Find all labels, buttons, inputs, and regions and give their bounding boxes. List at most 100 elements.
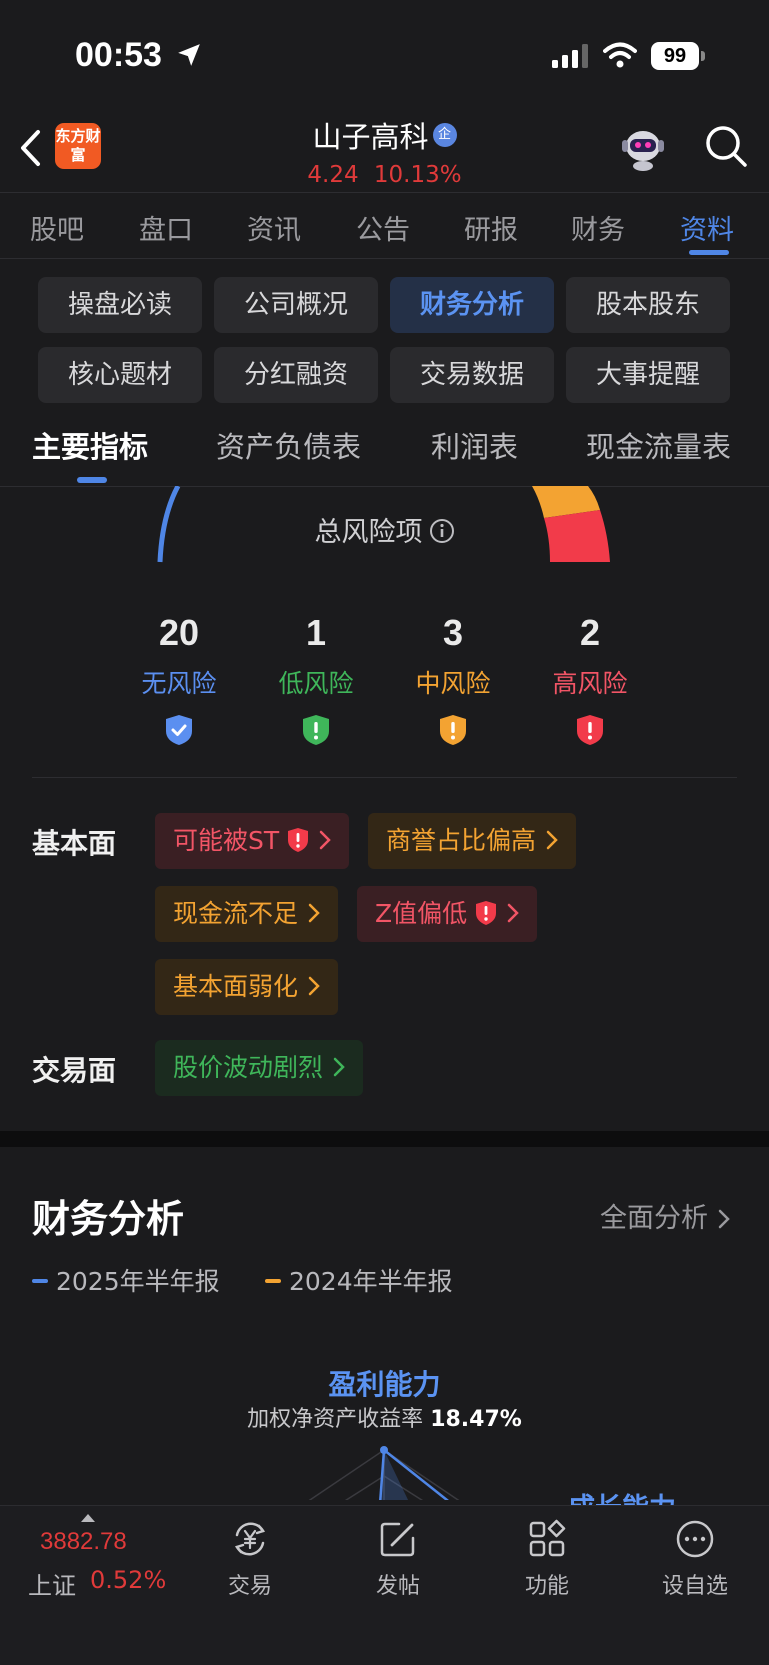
- tab-guba[interactable]: 股吧: [30, 208, 84, 247]
- risk-high-count: 2: [579, 612, 601, 653]
- tag-price-volatile[interactable]: 股价波动剧烈: [155, 1040, 364, 1096]
- trading-label: 交易面: [32, 1054, 117, 1087]
- chip-events[interactable]: 大事提醒: [566, 347, 730, 403]
- chip-shareholders[interactable]: 股本股东: [566, 277, 730, 333]
- legend-label-2024: 2024年半年报: [289, 1267, 453, 1296]
- tag-fundamentals-weakening[interactable]: 基本面弱化: [155, 959, 339, 1015]
- tag-may-be-st-text: 可能被ST: [173, 826, 280, 855]
- index-up-arrow-icon: [81, 1514, 95, 1522]
- wifi-icon: [603, 42, 637, 68]
- nav-post[interactable]: 发帖: [348, 1518, 448, 1600]
- risk-title: 总风险项: [0, 510, 769, 549]
- subtab-key-indicators[interactable]: 主要指标: [32, 424, 148, 466]
- chevron-right-icon: [308, 903, 320, 923]
- info-icon[interactable]: [429, 518, 455, 544]
- chip-trading-guide[interactable]: 操盘必读: [38, 277, 202, 333]
- chevron-right-icon: [308, 976, 320, 996]
- tag-fundamentals-weakening-text: 基本面弱化: [173, 972, 299, 1001]
- compose-icon: [380, 1522, 415, 1557]
- risk-low-label: 低风险: [278, 669, 354, 698]
- status-time: 00:53: [75, 36, 162, 74]
- risk-none-label: 无风险: [141, 669, 217, 698]
- fundamentals-label: 基本面: [32, 827, 117, 860]
- risk-count-low[interactable]: 1 低风险: [246, 612, 386, 746]
- stock-change-pct: 10.13%: [373, 162, 462, 188]
- nav-functions[interactable]: 功能: [497, 1518, 597, 1600]
- radar-metric-label: 加权净资产收益率: [247, 1407, 424, 1432]
- risk-title-text: 总风险项: [314, 517, 423, 548]
- battery-icon: 99: [651, 42, 705, 70]
- nav-trade[interactable]: 交易: [200, 1518, 300, 1600]
- chip-financial-analysis[interactable]: 财务分析: [390, 277, 554, 333]
- tag-cashflow-insufficient[interactable]: 现金流不足: [155, 886, 339, 942]
- shield-alert-low-icon: [303, 715, 329, 745]
- trade-yen-icon: [234, 1522, 266, 1556]
- nav-add-watchlist[interactable]: 设自选: [645, 1518, 745, 1600]
- risk-high-label: 高风险: [552, 669, 628, 698]
- legend-2025: 2025年半年报: [32, 1262, 220, 1298]
- chevron-right-icon: [546, 830, 558, 850]
- tag-goodwill-high[interactable]: 商誉占比偏高: [368, 813, 577, 869]
- subtab-balance-sheet[interactable]: 资产负债表: [216, 424, 361, 466]
- financial-analysis-title: 财务分析: [32, 1197, 185, 1241]
- tab-finance[interactable]: 财务: [571, 208, 625, 247]
- header-divider: [0, 192, 769, 193]
- tab-active-indicator: [689, 250, 729, 255]
- tab-announcements[interactable]: 公告: [356, 208, 410, 247]
- tag-goodwill-high-text: 商誉占比偏高: [386, 826, 537, 855]
- shield-alert-high-icon: [288, 828, 309, 852]
- tag-price-volatile-text: 股价波动剧烈: [173, 1053, 324, 1082]
- chevron-right-icon: [319, 830, 331, 850]
- chip-dividends-financing[interactable]: 分红融资: [214, 347, 378, 403]
- risk-medium-label: 中风险: [415, 669, 491, 698]
- price-line: 4.24 10.13%: [200, 162, 569, 188]
- nav-post-label: 发帖: [375, 1574, 420, 1599]
- stock-title: 山子高科企 4.24 10.13%: [200, 114, 569, 188]
- tag-z-score-low-text: Z值偏低: [375, 899, 468, 928]
- risk-none-count: 20: [158, 612, 200, 653]
- tabs-divider: [0, 258, 769, 259]
- radar-metric: 加权净资产收益率 18.47%: [0, 1401, 769, 1433]
- nav-trade-label: 交易: [227, 1574, 272, 1599]
- ai-robot-icon[interactable]: [618, 122, 668, 172]
- tab-research[interactable]: 研报: [464, 208, 518, 247]
- main-tabs: 股吧 盘口 资讯 公告 研报 财务 资料: [0, 196, 769, 258]
- tag-z-score-low[interactable]: Z值偏低: [357, 886, 538, 942]
- shield-alert-medium-icon: [440, 715, 466, 745]
- risk-count-none[interactable]: 20 无风险: [109, 612, 249, 746]
- risk-medium-count: 3: [442, 612, 464, 653]
- legend-swatch-2025: [32, 1279, 48, 1283]
- index-value[interactable]: 3882.78: [40, 1528, 127, 1556]
- tag-may-be-st[interactable]: 可能被ST: [155, 813, 350, 869]
- full-analysis-link[interactable]: 全面分析: [600, 1196, 730, 1235]
- search-icon[interactable]: [704, 124, 748, 168]
- index-change[interactable]: 0.52%: [90, 1566, 166, 1594]
- risk-count-high[interactable]: 2 高风险: [520, 612, 660, 746]
- tag-cashflow-insufficient-text: 现金流不足: [173, 899, 299, 928]
- cellular-signal-icon: [552, 44, 588, 68]
- chip-company-overview[interactable]: 公司概况: [214, 277, 378, 333]
- subtab-income-statement[interactable]: 利润表: [431, 424, 518, 466]
- subtab-cash-flow[interactable]: 现金流量表: [586, 424, 731, 466]
- subtab-active-indicator: [77, 477, 107, 483]
- risk-low-count: 1: [305, 612, 327, 653]
- index-name[interactable]: 上证: [28, 1566, 76, 1601]
- tab-profile[interactable]: 资料: [680, 208, 734, 247]
- chip-trading-data[interactable]: 交易数据: [390, 347, 554, 403]
- bottom-nav: 3882.78 上证 0.52% 交易 发帖 功能 设自选: [0, 1505, 769, 1665]
- enterprise-badge-icon: 企: [432, 123, 457, 147]
- section-separator: [0, 1131, 769, 1147]
- tab-pankou[interactable]: 盘口: [139, 208, 193, 247]
- chevron-right-icon: [507, 903, 519, 923]
- nav-functions-label: 功能: [524, 1574, 569, 1599]
- risk-count-medium[interactable]: 3 中风险: [383, 612, 523, 746]
- tab-news[interactable]: 资讯: [247, 208, 301, 247]
- app-logo[interactable]: 东方财富: [55, 123, 101, 169]
- legend-swatch-2024: [265, 1279, 281, 1283]
- risk-divider: [32, 777, 737, 778]
- battery-level: 99: [651, 42, 699, 70]
- chip-core-themes[interactable]: 核心题材: [38, 347, 202, 403]
- status-bar: 00:53 99: [0, 0, 769, 100]
- radar-chart: [308, 1446, 460, 1500]
- back-chevron-icon[interactable]: [18, 128, 44, 168]
